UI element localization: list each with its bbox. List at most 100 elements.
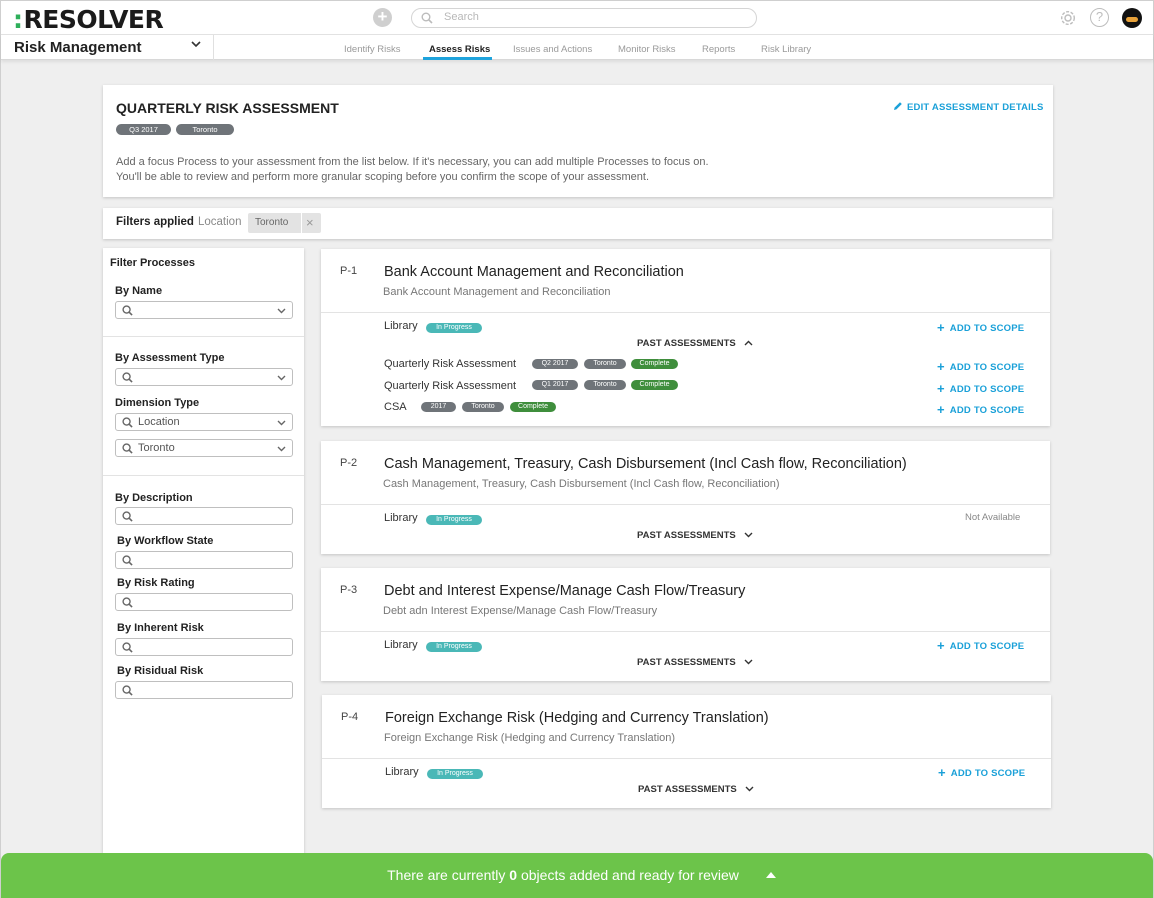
complete-badge: Complete — [510, 402, 556, 412]
search-icon — [122, 443, 133, 454]
expand-review-icon[interactable] — [766, 872, 776, 878]
library-label: Library — [384, 512, 418, 524]
by-workflow-state-input[interactable] — [115, 551, 293, 569]
dimension-value-select[interactable]: Toronto — [115, 439, 293, 457]
card-divider — [321, 631, 1050, 632]
gear-icon[interactable] — [1058, 8, 1078, 28]
review-bar[interactable]: There are currently 0 objects added and … — [1, 853, 1153, 898]
edit-assessment-details-button[interactable]: EDIT ASSESSMENT DETAILS — [893, 101, 1044, 113]
app-nav-bar: Risk Management Identify Risks Assess Ri… — [1, 35, 1153, 60]
process-id: P-4 — [341, 711, 359, 723]
period-tag: Q3 2017 — [116, 124, 171, 135]
pencil-icon — [894, 102, 902, 110]
filters-applied-label: Filters applied — [116, 216, 194, 228]
location-tag: Toronto — [176, 124, 234, 135]
plus-icon: + — [937, 638, 945, 653]
filters-applied-bar: Filters applied Location Toronto × — [103, 208, 1052, 239]
library-label: Library — [384, 320, 418, 332]
chevron-down-icon — [744, 659, 753, 665]
chevron-down-icon — [277, 420, 286, 426]
avatar[interactable] — [1122, 8, 1142, 28]
objects-count: 0 — [509, 867, 518, 883]
complete-badge: Complete — [631, 380, 678, 390]
process-id: P-3 — [340, 584, 358, 596]
by-residual-risk-input[interactable] — [115, 681, 293, 699]
add-to-scope-button[interactable]: + ADD TO SCOPE — [937, 638, 1024, 653]
app-selector-label: Risk Management — [14, 39, 142, 56]
tab-risk-library[interactable]: Risk Library — [761, 44, 811, 55]
by-inherent-risk-label: By Inherent Risk — [117, 622, 204, 634]
plus-icon: + — [937, 402, 945, 417]
plus-icon: + — [937, 320, 945, 335]
past-assessments-toggle[interactable]: PAST ASSESSMENTS — [637, 657, 753, 668]
help-icon[interactable]: ? — [1090, 8, 1109, 27]
panel-divider — [103, 336, 304, 337]
process-name[interactable]: Foreign Exchange Risk (Hedging and Curre… — [385, 710, 769, 726]
past-assessments-toggle[interactable]: PAST ASSESSMENTS — [638, 784, 754, 795]
past-period-tag: Q2 2017 — [532, 359, 578, 369]
search-icon — [122, 372, 133, 383]
add-to-scope-button[interactable]: + ADD TO SCOPE — [937, 402, 1024, 417]
card-divider — [321, 504, 1050, 505]
global-search-input[interactable]: Search — [411, 8, 757, 28]
library-label: Library — [384, 639, 418, 651]
chevron-down-icon — [744, 532, 753, 538]
by-description-input[interactable] — [115, 507, 293, 525]
create-new-button[interactable]: + — [373, 8, 392, 27]
complete-badge: Complete — [631, 359, 678, 369]
tab-reports[interactable]: Reports — [702, 44, 735, 55]
past-assessment-name: CSA — [384, 401, 407, 413]
filter-chip-label: Toronto — [255, 217, 289, 228]
add-to-scope-button[interactable]: + ADD TO SCOPE — [937, 359, 1024, 374]
process-name[interactable]: Cash Management, Treasury, Cash Disburse… — [384, 456, 907, 472]
process-card-p2: P-2 Cash Management, Treasury, Cash Disb… — [321, 441, 1050, 554]
search-placeholder: Search — [444, 11, 479, 23]
dimension-type-select[interactable]: Location — [115, 413, 293, 431]
process-id: P-1 — [340, 265, 358, 277]
status-badge: In Progress — [426, 642, 482, 652]
add-to-scope-button[interactable]: + ADD TO SCOPE — [937, 320, 1024, 335]
past-assessments-toggle[interactable]: PAST ASSESSMENTS — [637, 530, 753, 541]
by-risk-rating-label: By Risk Rating — [117, 577, 195, 589]
add-to-scope-button[interactable]: + ADD TO SCOPE — [937, 381, 1024, 396]
search-icon — [122, 685, 133, 696]
card-divider — [321, 312, 1050, 313]
past-period-tag: Q1 2017 — [532, 380, 578, 390]
process-subtitle: Bank Account Management and Reconciliati… — [383, 286, 611, 298]
panel-divider — [103, 475, 304, 476]
by-name-select[interactable] — [115, 301, 293, 319]
by-assessment-type-select[interactable] — [115, 368, 293, 386]
chip-divider — [301, 213, 302, 233]
add-to-scope-button[interactable]: + ADD TO SCOPE — [938, 765, 1025, 780]
past-assessment-name: Quarterly Risk Assessment — [384, 358, 517, 370]
review-bar-message: There are currently 0 objects added and … — [387, 867, 739, 883]
process-name[interactable]: Bank Account Management and Reconciliati… — [384, 264, 684, 280]
past-assessments-toggle[interactable]: PAST ASSESSMENTS — [637, 338, 753, 349]
tab-monitor-risks[interactable]: Monitor Risks — [618, 44, 676, 55]
plus-icon: + — [937, 359, 945, 374]
process-name[interactable]: Debt and Interest Expense/Manage Cash Fl… — [384, 583, 745, 599]
chevron-down-icon — [191, 41, 201, 48]
by-risk-rating-input[interactable] — [115, 593, 293, 611]
status-badge: In Progress — [427, 769, 483, 779]
app-selector[interactable]: Risk Management — [1, 35, 214, 60]
process-subtitle: Cash Management, Treasury, Cash Disburse… — [383, 478, 780, 490]
by-inherent-risk-input[interactable] — [115, 638, 293, 656]
resolver-logo[interactable]: :RESOLVER — [13, 5, 164, 34]
active-tab-indicator — [423, 57, 492, 60]
library-label: Library — [385, 766, 419, 778]
tab-issues-and-actions[interactable]: Issues and Actions — [513, 44, 592, 55]
tab-identify-risks[interactable]: Identify Risks — [344, 44, 401, 55]
process-card-p3: P-3 Debt and Interest Expense/Manage Cas… — [321, 568, 1050, 681]
search-icon — [122, 597, 133, 608]
search-icon — [122, 555, 133, 566]
tab-assess-risks[interactable]: Assess Risks — [429, 44, 490, 55]
search-icon — [122, 305, 133, 316]
remove-filter-icon[interactable]: × — [306, 215, 314, 230]
process-subtitle: Debt adn Interest Expense/Manage Cash Fl… — [383, 605, 658, 617]
past-assessment-name: Quarterly Risk Assessment — [384, 380, 517, 392]
assessment-header-card: QUARTERLY RISK ASSESSMENT Q3 2017 Toront… — [103, 85, 1053, 197]
card-divider — [322, 758, 1051, 759]
by-residual-risk-label: By Risidual Risk — [117, 665, 204, 677]
assessment-description-line1: Add a focus Process to your assessment f… — [116, 156, 709, 168]
